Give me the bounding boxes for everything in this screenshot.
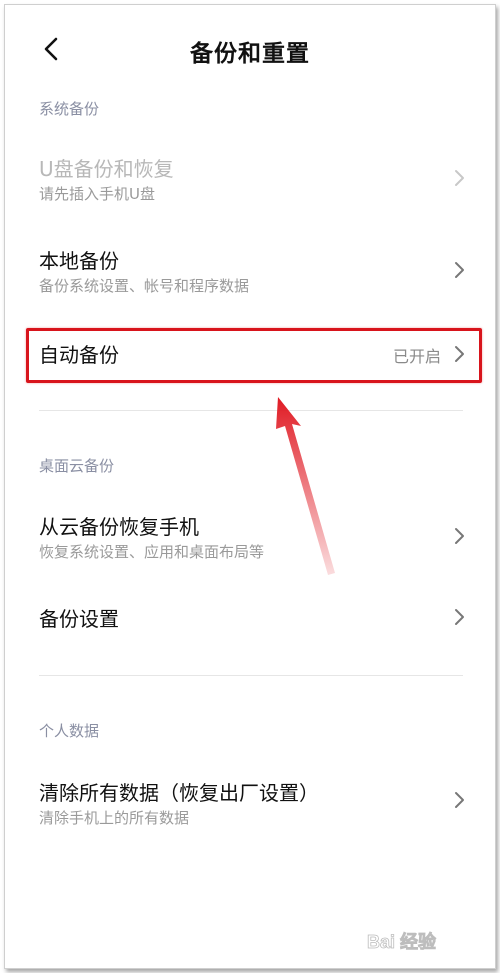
baidu-watermark: Bai 经验 [367,931,437,953]
list-item-backup-settings[interactable]: 备份设置 [5,595,497,645]
item-title: 备份设置 [39,607,119,631]
item-subtitle: 清除手机上的所有数据 [39,809,190,827]
app-header: 备份和重置 [5,5,495,95]
section-label-personal-data: 个人数据 [39,722,100,740]
section-label-system-backup: 系统备份 [39,100,100,118]
list-item-usb-backup[interactable]: U盘备份和恢复 请先插入手机U盘 [5,145,497,215]
chevron-right-icon [455,609,464,625]
item-subtitle: 恢复系统设置、应用和桌面布局等 [39,543,265,561]
item-title: U盘备份和恢复 [39,157,174,181]
list-item-factory-reset[interactable]: 清除所有数据（恢复出厂设置） 清除手机上的所有数据 [5,769,497,841]
item-title: 从云备份恢复手机 [39,515,199,539]
chevron-right-icon [455,528,464,544]
list-item-local-backup[interactable]: 本地备份 备份系统设置、帐号和程序数据 [5,237,497,309]
watermark-text: Bai 经验 [367,931,437,952]
chevron-right-icon [455,262,464,278]
chevron-right-icon [455,792,464,808]
list-item-restore-from-cloud[interactable]: 从云备份恢复手机 恢复系统设置、应用和桌面布局等 [5,503,497,575]
section-label-cloud-backup: 桌面云备份 [39,457,115,475]
highlight-box [26,328,482,383]
item-subtitle: 备份系统设置、帐号和程序数据 [39,277,250,295]
chevron-right-icon [455,170,464,186]
item-subtitle: 请先插入手机U盘 [39,185,155,203]
section-divider [39,410,463,411]
section-divider [39,675,463,676]
phone-screen: 备份和重置 系统备份 U盘备份和恢复 请先插入手机U盘 本地备份 备份系统设置、… [4,4,496,969]
item-title: 本地备份 [39,249,119,273]
item-title: 清除所有数据（恢复出厂设置） [39,781,319,805]
page-title: 备份和重置 [190,41,310,67]
